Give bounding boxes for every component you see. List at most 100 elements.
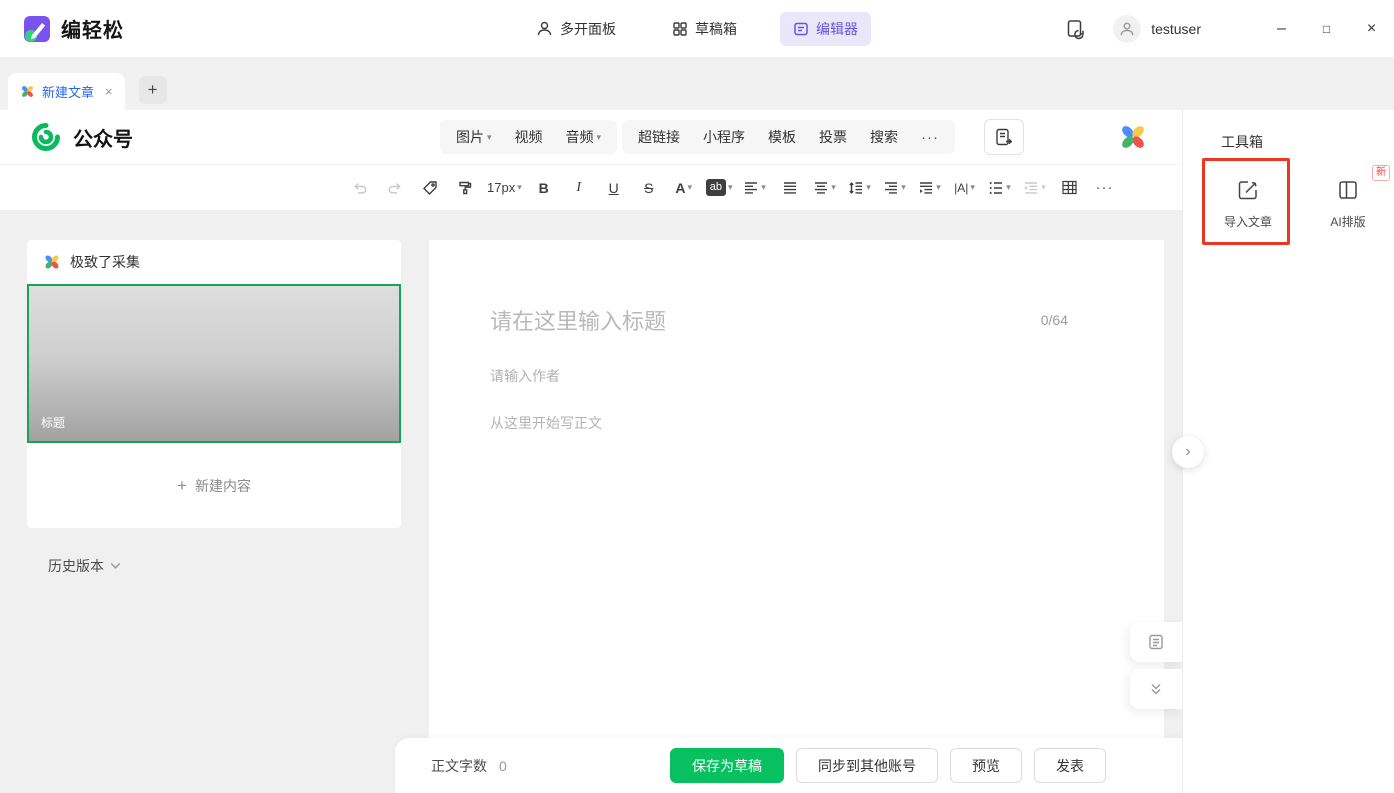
title-counter: 0/64: [1040, 312, 1068, 328]
hyperlink-button[interactable]: 超链接: [638, 127, 680, 147]
toolbox-panel: 工具箱 导入文章 新 AI排版: [1182, 110, 1394, 793]
sync-accounts-button[interactable]: 同步到其他账号: [796, 748, 938, 783]
article-thumbnail[interactable]: 标题: [27, 284, 401, 443]
new-content-label: 新建内容: [194, 477, 251, 494]
insert-video-button[interactable]: 视频: [515, 127, 543, 147]
doc-sync-icon[interactable]: [1065, 18, 1087, 40]
avatar-person-icon: [1120, 22, 1134, 35]
tab-label: 新建文章: [42, 85, 95, 100]
align-center-button[interactable]: ▾: [812, 173, 838, 203]
titlebar-right: testuser – □ ×: [1065, 0, 1394, 57]
material-library-button[interactable]: [1130, 622, 1182, 662]
highlight-color-button[interactable]: ab ▾: [705, 173, 733, 203]
collect-panel: 极致了采集 标题 + 新建内容: [27, 240, 401, 528]
format-painter-button[interactable]: [452, 173, 478, 203]
publish-button[interactable]: 发表: [1034, 748, 1106, 783]
close-button[interactable]: ×: [1349, 0, 1394, 57]
insert-image-button[interactable]: 图片 ▾: [456, 127, 492, 147]
author-input[interactable]: 请输入作者: [490, 366, 1068, 386]
undo-button[interactable]: [347, 173, 373, 203]
line-height-button[interactable]: ▾: [847, 173, 873, 203]
dropdown-caret: ▾: [761, 182, 766, 192]
new-badge: 新: [1372, 165, 1390, 181]
preview-button[interactable]: 预览: [950, 748, 1022, 783]
minimize-button[interactable]: –: [1259, 0, 1304, 57]
template-button[interactable]: 模板: [768, 127, 796, 147]
mini-program-label: 小程序: [703, 129, 745, 145]
dropdown-caret: ▾: [727, 182, 733, 192]
maximize-button[interactable]: □: [1304, 0, 1349, 57]
indent-button[interactable]: ▾: [1022, 173, 1048, 203]
pinwheel-icon: [22, 86, 33, 97]
strikethrough-button[interactable]: S: [636, 173, 662, 203]
nav-editor-label: 编辑器: [816, 20, 858, 37]
dropdown-caret: ▾: [1041, 182, 1046, 192]
jizhile-icon: [45, 255, 59, 269]
align-right-button[interactable]: ▾: [882, 173, 908, 203]
bullet-list-icon: [989, 181, 1003, 194]
body-input[interactable]: 从这里开始写正文: [490, 413, 1068, 433]
italic-button[interactable]: I: [566, 173, 592, 203]
editor-canvas[interactable]: 请在这里输入标题 0/64 请输入作者 从这里开始写正文: [429, 240, 1164, 793]
nav-editor[interactable]: 编辑器: [780, 11, 871, 46]
align-left-button[interactable]: ▾: [742, 173, 768, 203]
tab-new-article[interactable]: 新建文章 ×: [8, 73, 125, 110]
more-insert-button[interactable]: ···: [921, 129, 939, 146]
nav-drafts[interactable]: 草稿箱: [659, 12, 750, 46]
font-color-button[interactable]: A ▾: [671, 173, 697, 203]
double-chevron-down-icon: [1151, 683, 1161, 695]
grid-icon: [673, 21, 687, 36]
document-icon: [794, 22, 808, 35]
font-size-select[interactable]: 17px ▾: [487, 173, 522, 203]
save-draft-button[interactable]: 保存为草稿: [670, 748, 784, 783]
titlebar: 编轻松 多开面板 草稿箱 编辑器 testuser – □ ×: [0, 0, 1394, 57]
collect-panel-title: 极致了采集: [70, 254, 140, 270]
vote-button[interactable]: 投票: [819, 127, 847, 147]
top-nav: 多开面板 草稿箱 编辑器: [523, 11, 871, 46]
collapse-sidebar-button[interactable]: ›: [1172, 436, 1204, 468]
word-count: 正文字数 0: [431, 756, 507, 776]
import-article-tool[interactable]: 导入文章: [1219, 178, 1277, 230]
template-label: 模板: [768, 129, 796, 145]
redo-button[interactable]: [382, 173, 408, 203]
bold-button[interactable]: B: [531, 173, 557, 203]
search-label: 搜索: [870, 129, 898, 145]
underline-button[interactable]: U: [601, 173, 627, 203]
jizhile-logo[interactable]: [1118, 122, 1148, 152]
toolbox-tools: 导入文章 新 AI排版: [1183, 165, 1394, 230]
clear-format-button[interactable]: [417, 173, 443, 203]
import-article-label: 导入文章: [1223, 215, 1272, 229]
toolbox-title: 工具箱: [1221, 134, 1263, 150]
new-tab-button[interactable]: +: [138, 76, 167, 104]
insert-tools-group: 超链接 小程序 模板 投票 搜索 ···: [622, 120, 955, 154]
export-doc-button[interactable]: [984, 119, 1024, 155]
dropdown-caret: ▾: [831, 182, 836, 192]
paragraph-spacing-button[interactable]: ▾: [917, 173, 943, 203]
mini-program-button[interactable]: 小程序: [703, 127, 745, 147]
scroll-to-bottom-button[interactable]: [1130, 669, 1182, 709]
tab-close-icon[interactable]: ×: [105, 84, 113, 99]
more-icon: ···: [1095, 179, 1114, 196]
vote-label: 投票: [819, 129, 847, 145]
ai-layout-tool[interactable]: 新 AI排版: [1319, 165, 1390, 230]
title-input[interactable]: 请在这里输入标题: [490, 304, 666, 336]
format-painter-icon: [459, 181, 472, 194]
bullet-list-button[interactable]: ▾: [987, 173, 1013, 203]
insert-table-button[interactable]: [1057, 173, 1083, 203]
import-article-icon: [1238, 181, 1257, 200]
more-format-button[interactable]: ···: [1092, 173, 1118, 203]
dropdown-caret: ▾: [970, 182, 975, 192]
search-button[interactable]: 搜索: [870, 127, 898, 147]
new-content-button[interactable]: + 新建内容: [27, 443, 401, 528]
export-doc-icon: [996, 128, 1013, 146]
avatar[interactable]: [1113, 14, 1142, 43]
nav-multi-panel[interactable]: 多开面板: [523, 12, 629, 46]
hyperlink-label: 超链接: [638, 129, 680, 145]
align-justify-button[interactable]: [777, 173, 803, 203]
history-versions-label: 历史版本: [48, 558, 104, 574]
history-versions-button[interactable]: 历史版本: [48, 556, 121, 576]
letter-spacing-button[interactable]: |A| ▾: [952, 173, 978, 203]
word-count-label: 正文字数: [431, 758, 487, 774]
insert-audio-button[interactable]: 音频 ▾: [566, 127, 602, 147]
pinwheel-icon: [1122, 126, 1144, 148]
